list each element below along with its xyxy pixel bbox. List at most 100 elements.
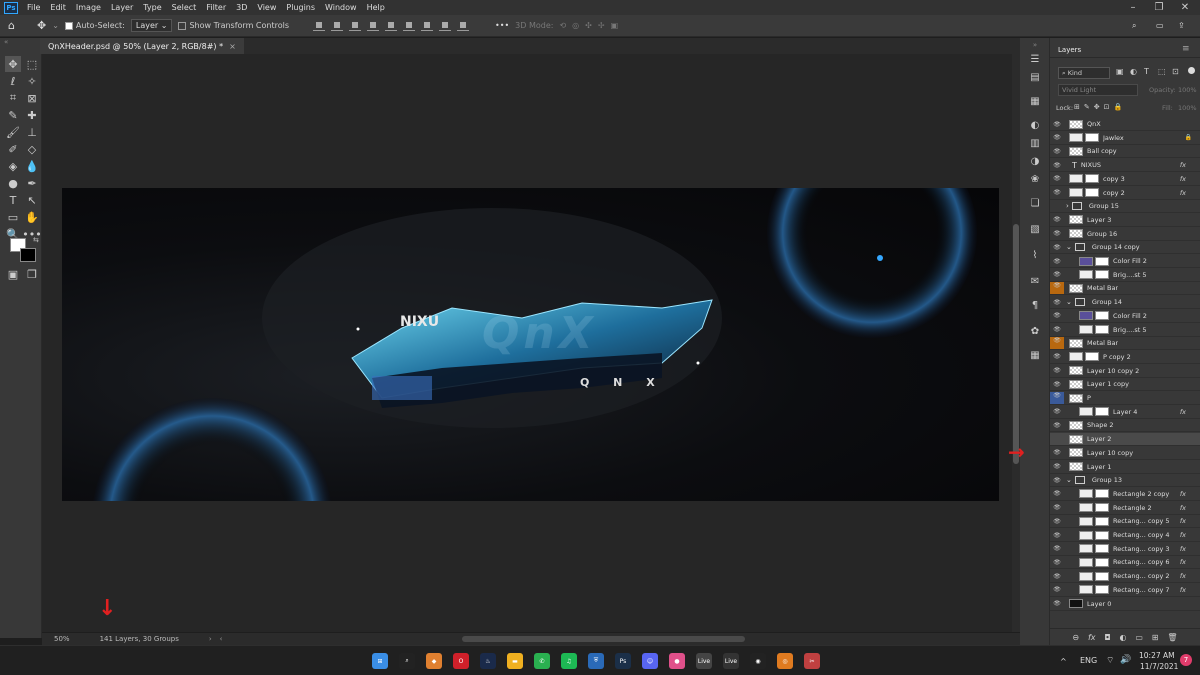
align-left-icon[interactable]	[313, 21, 326, 31]
fx-icon[interactable]: fx	[1088, 633, 1096, 642]
swatches-icon[interactable]: ▥	[1028, 136, 1042, 150]
visibility-eye-icon[interactable]: 👁	[1050, 244, 1064, 251]
layer-effects-icon[interactable]: fx	[1180, 586, 1186, 594]
layer-mask-thumbnail[interactable]	[1095, 516, 1109, 526]
new-layer-icon[interactable]: ⊞	[1152, 633, 1159, 642]
layer-effects-icon[interactable]: fx	[1180, 558, 1186, 566]
live2-icon[interactable]: Live	[723, 653, 739, 669]
swap-colors-icon[interactable]: ⇆	[33, 236, 39, 244]
pink-app-icon[interactable]: ●	[669, 653, 685, 669]
layer-row[interactable]: 👁 Rectang... copy 7 fx	[1050, 584, 1200, 597]
layer-effects-icon[interactable]: fx	[1180, 490, 1186, 498]
crop-tool-icon[interactable]: ⌗	[5, 90, 21, 106]
layer-mask-thumbnail[interactable]	[1095, 256, 1109, 266]
group-expand-icon[interactable]: ⌄	[1066, 243, 1072, 251]
close-tab-icon[interactable]: ×	[229, 42, 236, 51]
live1-icon[interactable]: Live	[696, 653, 712, 669]
eyedropper-icon[interactable]: ✎	[5, 107, 21, 123]
layers-icon[interactable]: ❏	[1028, 196, 1042, 210]
layer-row[interactable]: 👁 Layer 4 fx	[1050, 406, 1200, 419]
menu-edit[interactable]: Edit	[45, 3, 71, 12]
character-icon[interactable]: ¶	[1028, 298, 1042, 312]
move-tool-icon[interactable]: ✥	[37, 19, 46, 32]
hand-tool-icon[interactable]: ✋	[24, 209, 40, 225]
rectangle-tool-icon[interactable]: ▭	[5, 209, 21, 225]
visibility-eye-icon[interactable]: 👁	[1050, 299, 1064, 306]
stamp-tool-icon[interactable]: ⊥	[24, 124, 40, 140]
layer-row[interactable]: 👁 P copy 2	[1050, 351, 1200, 364]
layer-row[interactable]: 👁 Layer 0	[1050, 598, 1200, 611]
filter-toggle-icon[interactable]	[1188, 67, 1195, 74]
layer-mask-thumbnail[interactable]	[1095, 311, 1109, 321]
visibility-eye-icon[interactable]: 👁	[1050, 586, 1064, 593]
marquee-tool-icon[interactable]: ⬚	[24, 56, 40, 72]
layer-effects-icon[interactable]: fx	[1180, 517, 1186, 525]
frame-tool-icon[interactable]: ⊠	[24, 90, 40, 106]
layer-row[interactable]: 👁 Color Fill 2	[1050, 310, 1200, 323]
adjustment-layer-icon[interactable]: ◐	[1120, 633, 1127, 642]
language-indicator[interactable]: ENG	[1080, 656, 1097, 665]
auto-select-dropdown[interactable]: Layer ⌄	[130, 19, 173, 32]
layer-row[interactable]: 👁 Brig....st 5	[1050, 324, 1200, 337]
healing-brush-icon[interactable]: ✚	[24, 107, 40, 123]
layer-mask-thumbnail[interactable]	[1095, 325, 1109, 334]
canvas-image[interactable]: NIXU QnX Q N X	[62, 188, 999, 501]
layer-row[interactable]: 👁 ⌄ Group 14	[1050, 296, 1200, 310]
layer-row[interactable]: 👁 Ball copy	[1050, 145, 1200, 159]
lock-options-icon[interactable]: ⊞✎✥⊡🔒	[1074, 103, 1126, 111]
opera-icon[interactable]: O	[453, 653, 469, 669]
filter-type-icon[interactable]: T	[1144, 67, 1149, 76]
move-tool-icon[interactable]: ✥	[5, 56, 21, 72]
align-top-icon[interactable]	[367, 21, 380, 31]
layer-mask-thumbnail[interactable]	[1095, 503, 1109, 513]
group-expand-icon[interactable]: ⌄	[1066, 476, 1072, 484]
properties-icon[interactable]: ☰	[1028, 52, 1042, 66]
filter-adjust-icon[interactable]: ◐	[1130, 67, 1137, 76]
layer-row[interactable]: 👁 Metal Bar	[1050, 282, 1200, 296]
layer-row[interactable]: 👁 copy 2 fx	[1050, 187, 1200, 200]
3d-orbit-icon[interactable]: ⟲	[559, 21, 566, 30]
steam-icon[interactable]: ♨	[480, 653, 496, 669]
delete-layer-icon[interactable]: 🗑	[1167, 633, 1177, 642]
layer-effects-icon[interactable]: fx	[1180, 161, 1186, 169]
auto-select-checkbox[interactable]: Auto-Select:	[64, 21, 125, 30]
visibility-eye-icon[interactable]: 👁	[1050, 381, 1064, 388]
visibility-eye-icon[interactable]: 👁	[1050, 392, 1064, 404]
layer-comps-icon[interactable]: ▧	[1028, 222, 1042, 236]
windows-start-icon[interactable]: ⊞	[372, 653, 388, 669]
blender-icon[interactable]: ◎	[777, 653, 793, 669]
status-menu-icon[interactable]: ›	[209, 635, 212, 643]
menu-view[interactable]: View	[252, 3, 281, 12]
layer-row[interactable]: 👁 Rectang... copy 6 fx	[1050, 556, 1200, 570]
layer-mask-thumbnail[interactable]	[1095, 585, 1109, 595]
collapse-icon[interactable]: «	[4, 38, 8, 46]
new-group-icon[interactable]: ▭	[1135, 633, 1143, 642]
layer-row[interactable]: 👁 Layer 10 copy	[1050, 447, 1200, 460]
visibility-eye-icon[interactable]: 👁	[1050, 337, 1064, 350]
layer-effects-icon[interactable]: fx	[1180, 504, 1186, 512]
layer-effects-icon[interactable]: fx	[1180, 189, 1186, 197]
brush-settings-icon[interactable]: ✿	[1028, 324, 1042, 338]
volume-icon[interactable]: 🔊	[1120, 655, 1131, 665]
visibility-eye-icon[interactable]: 👁	[1050, 121, 1064, 128]
files-icon[interactable]: ▬	[507, 653, 523, 669]
layer-row[interactable]: 👁 Jawlex 🔒	[1050, 132, 1200, 145]
3d-pan-icon[interactable]: ✣	[585, 21, 592, 30]
channels-icon[interactable]: ❀	[1028, 172, 1042, 186]
discord-icon[interactable]: ☺	[642, 653, 658, 669]
layer-effects-icon[interactable]: fx	[1180, 572, 1186, 580]
visibility-eye-icon[interactable]: 👁	[1050, 545, 1064, 552]
photos-icon[interactable]: ◆	[426, 653, 442, 669]
screen-mode-icon[interactable]: ❐	[24, 266, 40, 282]
menu-help[interactable]: Help	[362, 3, 390, 12]
vertical-scrollbar[interactable]	[1012, 54, 1020, 632]
photoshop-icon[interactable]: Ps	[615, 653, 631, 669]
background-color-swatch[interactable]	[20, 248, 36, 262]
layer-row[interactable]: 👁 QnX	[1050, 118, 1200, 131]
menu-3d[interactable]: 3D	[231, 3, 252, 12]
visibility-eye-icon[interactable]: 👁	[1050, 134, 1064, 141]
blend-mode-dropdown[interactable]: Vivid Light	[1058, 84, 1138, 96]
search-icon[interactable]: ⌕	[399, 653, 415, 669]
whatsapp-icon[interactable]: ✆	[534, 653, 550, 669]
horizontal-scrollbar[interactable]	[462, 636, 745, 642]
